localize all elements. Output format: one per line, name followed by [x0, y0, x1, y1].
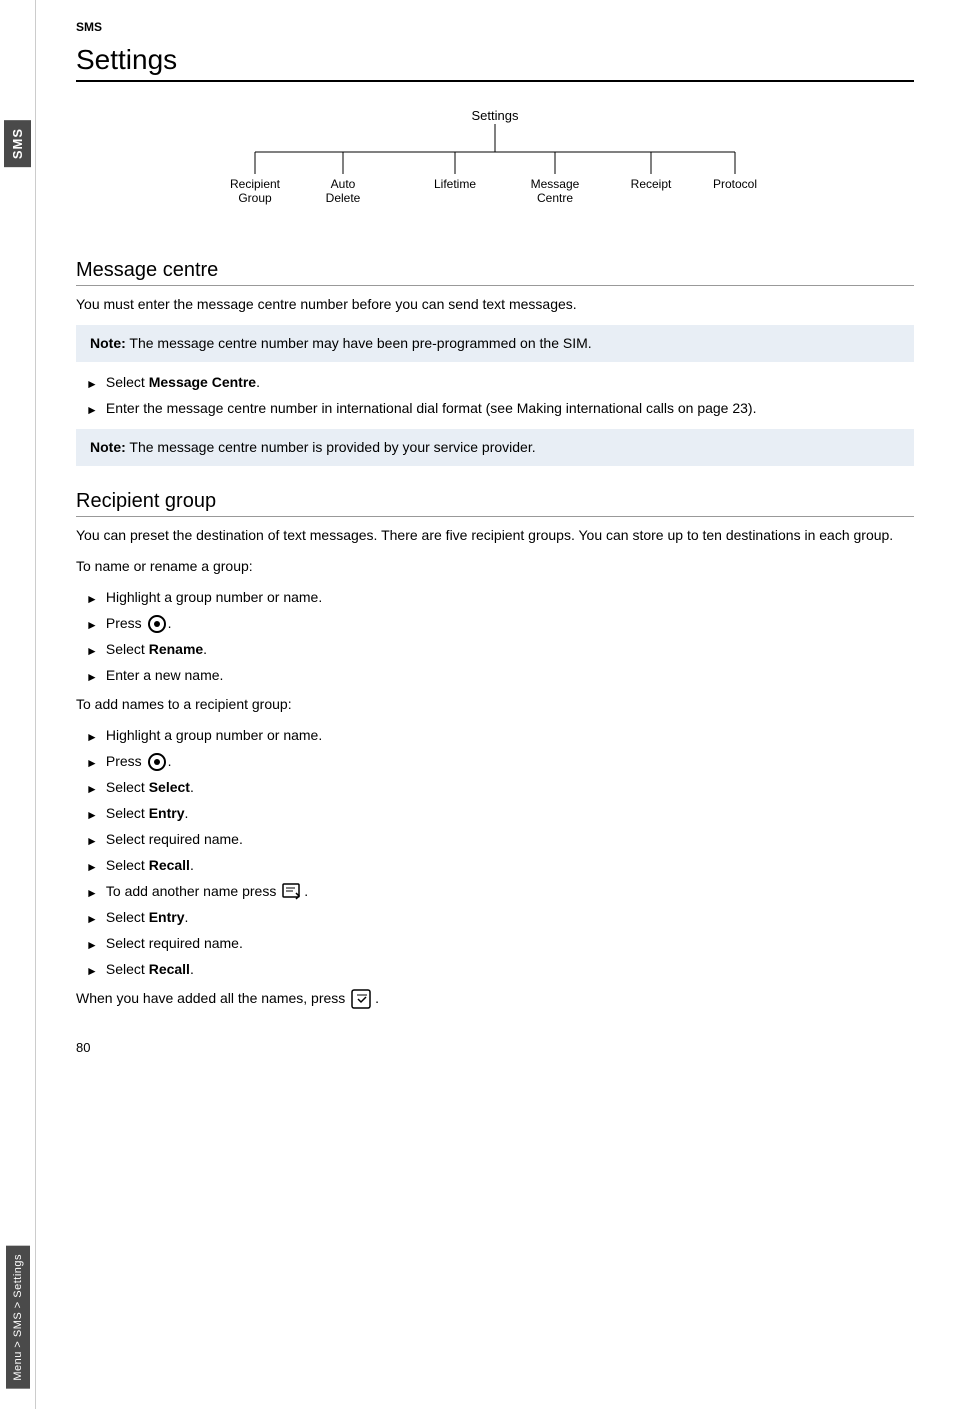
- bullet-arrow-icon: ►: [86, 590, 98, 608]
- bullet-text: Select required name.: [106, 829, 914, 850]
- bullet-text: Select Rename.: [106, 639, 914, 660]
- recipient-group-heading: Recipient group: [76, 490, 914, 517]
- svg-text:Settings: Settings: [472, 108, 519, 123]
- list-item: ► Press .: [86, 613, 914, 634]
- page-footer: 80: [76, 1040, 914, 1055]
- bullet-arrow-icon: ►: [86, 936, 98, 954]
- bullet-arrow-icon: ►: [86, 401, 98, 419]
- list-item: ► Select Entry.: [86, 907, 914, 928]
- note1-label: Note:: [90, 335, 126, 351]
- bullet-arrow-icon: ►: [86, 668, 98, 686]
- svg-text:Delete: Delete: [326, 191, 361, 205]
- list-item: ► Select Recall.: [86, 855, 914, 876]
- bullet-text: Select required name.: [106, 933, 914, 954]
- list-item: ► Select Message Centre.: [86, 372, 914, 393]
- bullet-text: To add another name press .: [106, 881, 914, 902]
- bullet-text: Highlight a group number or name.: [106, 725, 914, 746]
- bullet-arrow-icon: ►: [86, 642, 98, 660]
- bullet-arrow-icon: ►: [86, 832, 98, 850]
- bullet-arrow-icon: ►: [86, 806, 98, 824]
- circle-button-icon: [148, 753, 166, 771]
- bullet-text: Enter a new name.: [106, 665, 914, 686]
- sidebar: SMS Menu > SMS > Settings: [0, 0, 36, 1409]
- bullet-text: Press .: [106, 613, 914, 634]
- svg-text:Group: Group: [238, 191, 272, 205]
- bullet-text: Press .: [106, 751, 914, 772]
- list-item: ► Highlight a group number or name.: [86, 725, 914, 746]
- rename-label: To name or rename a group:: [76, 556, 914, 577]
- list-item: ► Select Recall.: [86, 959, 914, 980]
- note-box-2: Note: The message centre number is provi…: [76, 429, 914, 466]
- recipient-group-intro: You can preset the destination of text m…: [76, 525, 914, 546]
- svg-text:Message: Message: [531, 177, 580, 191]
- bullet-arrow-icon: ►: [86, 616, 98, 634]
- svg-text:Protocol: Protocol: [713, 177, 757, 191]
- note2-label: Note:: [90, 439, 126, 455]
- message-centre-intro: You must enter the message centre number…: [76, 294, 914, 315]
- list-item: ► To add another name press .: [86, 881, 914, 902]
- settings-tree-svg: Settings Recipient Group Auto Delete Lif…: [195, 102, 795, 232]
- bullet-arrow-icon: ►: [86, 910, 98, 928]
- svg-text:Recipient: Recipient: [230, 177, 281, 191]
- message-compose-icon: [282, 883, 302, 901]
- sidebar-bottom-label: Menu > SMS > Settings: [6, 1246, 30, 1389]
- sidebar-top-label: SMS: [4, 120, 31, 167]
- bullet-text: Highlight a group number or name.: [106, 587, 914, 608]
- add-bullets: ► Highlight a group number or name. ► Pr…: [86, 725, 914, 980]
- list-item: ► Enter the message centre number in int…: [86, 398, 914, 419]
- add-label: To add names to a recipient group:: [76, 694, 914, 715]
- message-centre-bullets: ► Select Message Centre. ► Enter the mes…: [86, 372, 914, 419]
- bullet-text: Select Entry.: [106, 907, 914, 928]
- bullet-arrow-icon: ►: [86, 728, 98, 746]
- bullet-text: Enter the message centre number in inter…: [106, 398, 914, 419]
- bullet-text: Select Recall.: [106, 855, 914, 876]
- bullet-text: Select Message Centre.: [106, 372, 914, 393]
- bullet-text: Select Recall.: [106, 959, 914, 980]
- note2-text: The message centre number is provided by…: [126, 439, 536, 455]
- note-box-1: Note: The message centre number may have…: [76, 325, 914, 362]
- page-title: Settings: [76, 44, 914, 82]
- message-centre-heading: Message centre: [76, 259, 914, 286]
- note1-text: The message centre number may have been …: [126, 335, 592, 351]
- back-phone-icon: [351, 988, 373, 1010]
- list-item: ► Select required name.: [86, 829, 914, 850]
- svg-text:Receipt: Receipt: [631, 177, 672, 191]
- bullet-arrow-icon: ►: [86, 884, 98, 902]
- bullet-text: Select Select.: [106, 777, 914, 798]
- list-item: ► Select Select.: [86, 777, 914, 798]
- list-item: ► Select Rename.: [86, 639, 914, 660]
- list-item: ► Select required name.: [86, 933, 914, 954]
- bullet-arrow-icon: ►: [86, 858, 98, 876]
- list-item: ► Select Entry.: [86, 803, 914, 824]
- bullet-arrow-icon: ►: [86, 962, 98, 980]
- svg-text:Centre: Centre: [537, 191, 573, 205]
- list-item: ► Press .: [86, 751, 914, 772]
- svg-text:Lifetime: Lifetime: [434, 177, 476, 191]
- svg-text:Auto: Auto: [331, 177, 356, 191]
- footer-text: When you have added all the names, press…: [76, 988, 914, 1010]
- list-item: ► Highlight a group number or name.: [86, 587, 914, 608]
- breadcrumb: SMS: [76, 20, 914, 34]
- main-content: SMS Settings Settings Recipient Group Au…: [36, 0, 954, 1095]
- list-item: ► Enter a new name.: [86, 665, 914, 686]
- bullet-arrow-icon: ►: [86, 780, 98, 798]
- rename-bullets: ► Highlight a group number or name. ► Pr…: [86, 587, 914, 686]
- bullet-text: Select Entry.: [106, 803, 914, 824]
- tree-diagram: Settings Recipient Group Auto Delete Lif…: [195, 102, 795, 235]
- circle-button-icon: [148, 615, 166, 633]
- bullet-arrow-icon: ►: [86, 375, 98, 393]
- bullet-arrow-icon: ►: [86, 754, 98, 772]
